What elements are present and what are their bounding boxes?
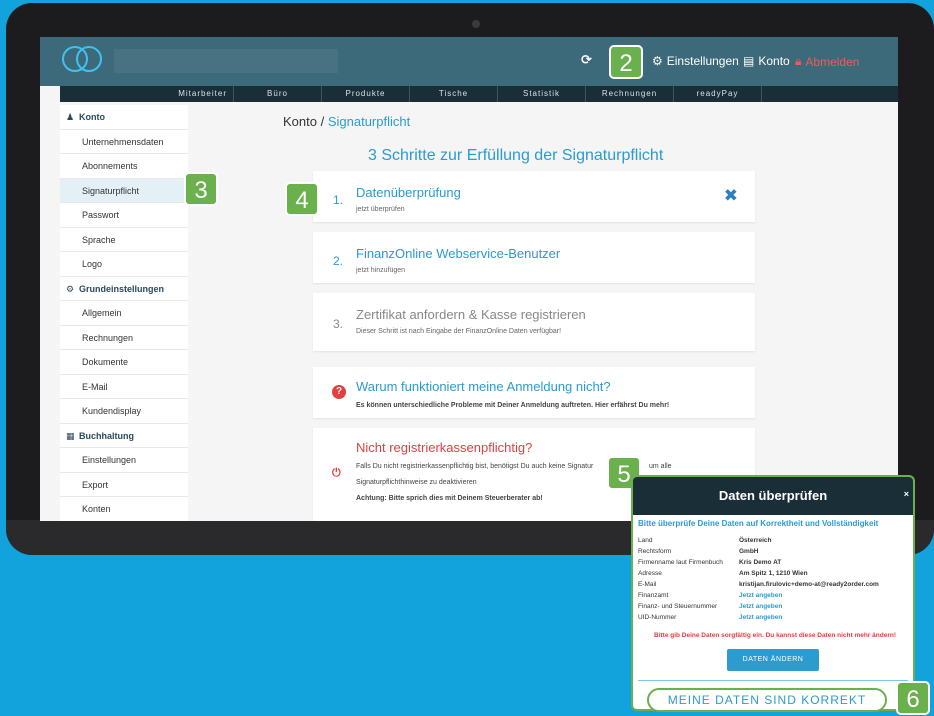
header-search[interactable] bbox=[114, 49, 338, 73]
step-card-1[interactable]: 1. Datenüberprüfung jetzt überprüfen ✖ bbox=[313, 171, 755, 222]
nav-item-buero[interactable]: Büro bbox=[234, 86, 322, 102]
app-screen: ⟳ ⚙ Einstellungen ▤ Konto 🔒︎ Abmelden Mi… bbox=[40, 37, 898, 521]
confirm-data-button[interactable]: MEINE DATEN SIND KORREKT bbox=[647, 688, 887, 712]
sidebar-item-abonnements[interactable]: Abonnements bbox=[60, 154, 188, 179]
nav-item-statistik[interactable]: Statistik bbox=[498, 86, 586, 102]
not-required-title: Nicht registrierkassenpflichtig? bbox=[356, 440, 533, 455]
step-subtitle: jetzt hinzufügen bbox=[356, 267, 406, 274]
field-label: Rechtsform bbox=[638, 548, 672, 555]
app-header: ⟳ ⚙ Einstellungen ▤ Konto 🔒︎ Abmelden bbox=[40, 37, 898, 86]
not-required-line1b: um alle bbox=[649, 463, 672, 470]
modal-header: Daten überprüfen bbox=[633, 477, 913, 515]
step-badge-2: 2 bbox=[609, 45, 643, 79]
help-card[interactable]: ? Warum funktioniert meine Anmeldung nic… bbox=[313, 367, 755, 418]
breadcrumb-root[interactable]: Konto bbox=[283, 114, 317, 129]
sidebar-item-rechnungen[interactable]: Rechnungen bbox=[60, 326, 188, 350]
step-badge-4: 4 bbox=[285, 182, 319, 216]
step-title: Zertifikat anfordern & Kasse registriere… bbox=[356, 307, 586, 322]
camera bbox=[472, 20, 480, 28]
gears-icon: ⚙ bbox=[66, 283, 75, 294]
field-value-link[interactable]: Jetzt angeben bbox=[739, 592, 782, 599]
modal-subtitle: Bitte überprüfe Deine Daten auf Korrekth… bbox=[638, 519, 879, 528]
step-number: 3. bbox=[333, 317, 344, 331]
power-icon: ⏻ bbox=[332, 467, 341, 479]
modal-title: Daten überprüfen bbox=[718, 488, 828, 503]
field-label: UID-Nummer bbox=[638, 614, 677, 621]
step-card-3: 3. Zertifikat anfordern & Kasse registri… bbox=[313, 293, 755, 351]
breadcrumb-current: Signaturpflicht bbox=[327, 114, 411, 129]
nav-item-produkte[interactable]: Produkte bbox=[322, 86, 410, 102]
verify-data-modal: Daten überprüfen × Bitte überprüfe Deine… bbox=[631, 475, 915, 711]
step-number: 1. bbox=[333, 193, 344, 207]
field-label: Land bbox=[638, 537, 653, 544]
sidebar-header-buchhaltung[interactable]: ▦ Buchhaltung bbox=[60, 424, 188, 448]
close-icon[interactable]: ✖ bbox=[724, 186, 738, 206]
help-title: Warum funktioniert meine Anmeldung nicht… bbox=[356, 379, 611, 394]
step-card-2[interactable]: 2. FinanzOnline Webservice-Benutzer jetz… bbox=[313, 232, 755, 283]
field-value: Am Spitz 1, 1210 Wien bbox=[739, 570, 808, 577]
logo-icon[interactable] bbox=[62, 46, 104, 74]
calculator-icon: ▦ bbox=[66, 430, 75, 441]
step-title: FinanzOnline Webservice-Benutzer bbox=[356, 246, 561, 261]
lock-icon: 🔒︎ bbox=[795, 54, 802, 68]
sidebar-item-passwort[interactable]: Passwort bbox=[60, 203, 188, 228]
field-value-link[interactable]: Jetzt angeben bbox=[739, 614, 782, 621]
sidebar-item-unternehmensdaten[interactable]: Unternehmensdaten bbox=[60, 130, 188, 154]
nav-item-tische[interactable]: Tische bbox=[410, 86, 498, 102]
field-value: Kris Demo AT bbox=[739, 559, 782, 566]
account-link[interactable]: ▤ Konto bbox=[743, 54, 790, 68]
field-value: kristijan.firulovic+demo-at@ready2order.… bbox=[739, 581, 879, 588]
field-label: Finanzamt bbox=[638, 592, 669, 599]
sidebar-item-konten[interactable]: Konten bbox=[60, 497, 188, 521]
nav-item-readypay[interactable]: readyPay bbox=[674, 86, 762, 102]
sidebar-item-logo[interactable]: Logo bbox=[60, 252, 188, 277]
field-label: E-Mail bbox=[638, 581, 657, 588]
sidebar: ♟ Konto Unternehmensdaten Abonnements Sig… bbox=[60, 105, 188, 521]
file-icon: ▤ bbox=[743, 54, 755, 68]
field-label: Adresse bbox=[638, 570, 662, 577]
step-title: Datenüberprüfung bbox=[356, 185, 461, 200]
user-icon: ♟ bbox=[66, 112, 75, 122]
question-icon: ? bbox=[332, 385, 346, 399]
step-subtitle: jetzt überprüfen bbox=[356, 206, 405, 213]
field-label: Firmenname laut Firmenbuch bbox=[638, 559, 723, 566]
modal-close-icon[interactable]: × bbox=[904, 489, 909, 499]
page-title: 3 Schritte zur Erfüllung der Signaturpfl… bbox=[368, 147, 664, 164]
change-data-button[interactable]: DATEN ÄNDERN bbox=[727, 649, 819, 671]
field-value-link[interactable]: Jetzt angeben bbox=[739, 603, 782, 610]
logout-link[interactable]: 🔒︎ Abmelden bbox=[795, 54, 859, 69]
breadcrumb: Konto / Signaturpflicht bbox=[283, 114, 411, 129]
sidebar-item-einstellungen[interactable]: Einstellungen bbox=[60, 448, 188, 473]
sidebar-item-email[interactable]: E-Mail bbox=[60, 375, 188, 399]
not-required-warning: Achtung: Bitte sprich dies mit Deinem St… bbox=[356, 495, 543, 502]
nav-item-mitarbeiter[interactable]: Mitarbeiter bbox=[60, 86, 234, 102]
nav-item-rechnungen[interactable]: Rechnungen bbox=[586, 86, 674, 102]
gear-icon: ⚙ bbox=[652, 54, 663, 68]
sidebar-item-export[interactable]: Export bbox=[60, 473, 188, 497]
field-label: Finanz- und Steuernummer bbox=[638, 603, 718, 610]
step-subtitle: Dieser Schritt ist nach Eingabe der Fina… bbox=[356, 328, 562, 335]
field-value: GmbH bbox=[739, 548, 759, 555]
sidebar-item-kundendisplay[interactable]: Kundendisplay bbox=[60, 399, 188, 424]
step-badge-6: 6 bbox=[896, 681, 930, 715]
sidebar-item-sprache[interactable]: Sprache bbox=[60, 228, 188, 252]
help-subtitle: Es können unterschiedliche Probleme mit … bbox=[356, 402, 670, 409]
settings-link[interactable]: ⚙ Einstellungen bbox=[652, 54, 739, 68]
step-number: 2. bbox=[333, 254, 344, 268]
top-nav: Mitarbeiter Büro Produkte Tische Statist… bbox=[60, 86, 898, 102]
refresh-icon[interactable]: ⟳ bbox=[581, 52, 592, 68]
modal-divider bbox=[638, 680, 908, 681]
not-required-line1: Falls Du nicht registrierkassenpflichtig… bbox=[356, 463, 594, 470]
not-required-link[interactable]: Signaturpflichthinweise zu deaktivieren bbox=[356, 476, 477, 489]
sidebar-header-grundeinstellungen[interactable]: ⚙ Grundeinstellungen bbox=[60, 277, 188, 301]
sidebar-item-dokumente[interactable]: Dokumente bbox=[60, 350, 188, 375]
step-badge-3: 3 bbox=[184, 172, 218, 206]
sidebar-header-konto[interactable]: ♟ Konto bbox=[60, 105, 188, 130]
modal-warning: Bitte gib Deine Daten sorgfältig ein. Du… bbox=[654, 632, 896, 639]
sidebar-item-allgemein[interactable]: Allgemein bbox=[60, 301, 188, 326]
sidebar-item-signaturpflicht[interactable]: Signaturpflicht bbox=[60, 178, 188, 203]
field-value: Österreich bbox=[739, 537, 772, 544]
